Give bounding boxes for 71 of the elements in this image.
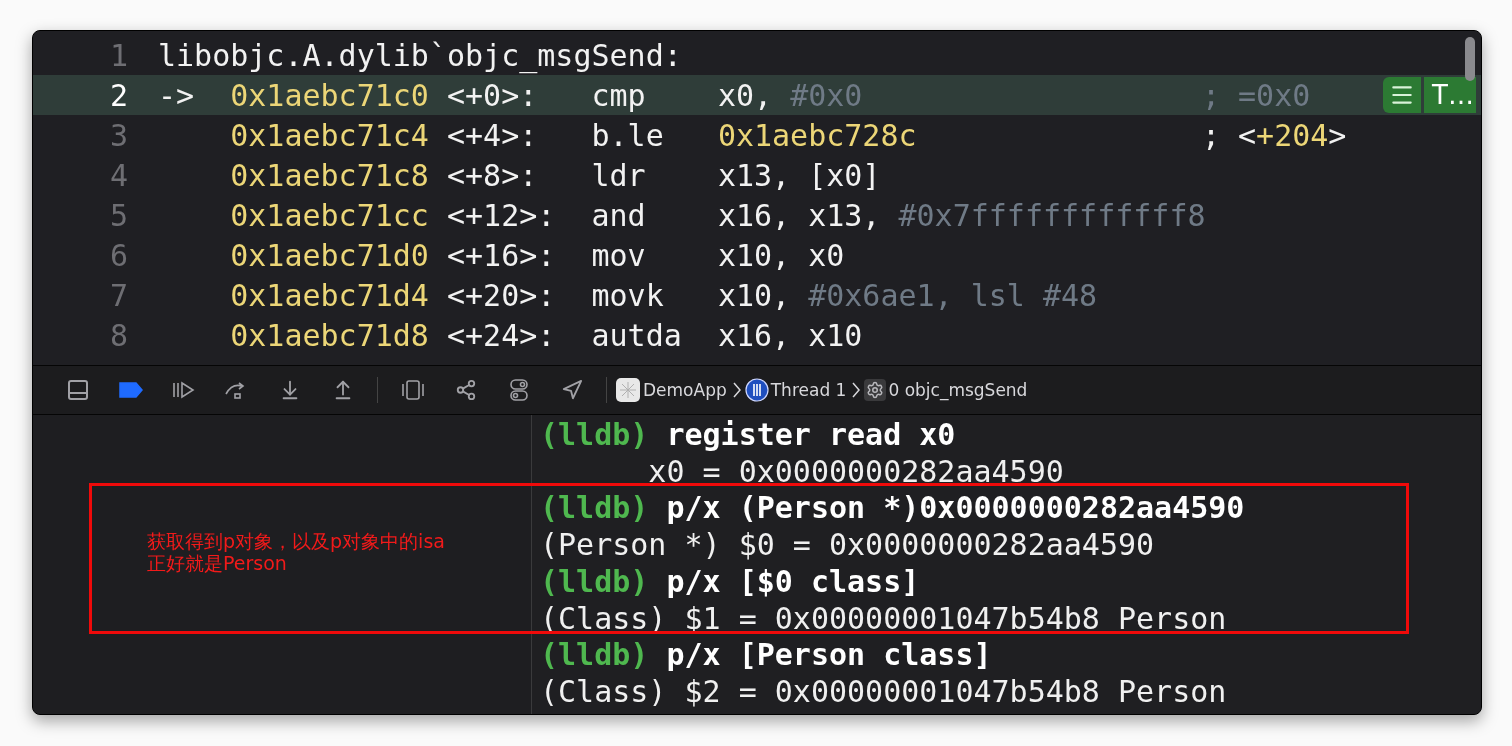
output-text: (Class) $2 = 0x00000001047b54b8 Person <box>540 673 1227 709</box>
graph-icon[interactable] <box>454 379 477 401</box>
breadcrumb[interactable]: 0 objc_msgSend <box>886 380 1030 400</box>
offset: <+16>: <box>446 237 556 273</box>
operands: x10, x0 <box>717 237 846 273</box>
mnemonic: ldr <box>591 157 647 193</box>
lldb-prompt: (lldb) <box>540 490 649 526</box>
address: 0x1aebc71c8 <box>230 157 429 193</box>
operands: 0x1aebc728c <box>717 117 918 153</box>
chevron-icon <box>732 382 741 398</box>
output-text: (Person *) $0 = 0x0000000282aa4590 <box>540 527 1155 563</box>
command-text: register read x0 <box>666 417 956 452</box>
operands: x10, #0x6ae1, lsl #48 <box>717 277 1099 313</box>
operands: x13, [x0] <box>717 157 882 193</box>
line-number: 1 <box>108 37 128 73</box>
chevron-icon <box>852 382 861 398</box>
current-arrow: -> <box>158 77 195 113</box>
mnemonic: cmp <box>591 77 647 113</box>
address: 0x1aebc71d0 <box>230 237 429 273</box>
address: 0x1aebc71d4 <box>230 277 429 313</box>
offset: <+0>: <box>446 77 538 113</box>
gear-icon <box>864 379 887 401</box>
mnemonic: movk <box>591 277 665 313</box>
offset: <+20>: <box>446 277 556 313</box>
annotation-note: 获取得到p对象，以及p对象中的isa 正好就是Person <box>147 530 445 574</box>
command-text: p/x [Person class] <box>666 637 992 673</box>
continue-icon[interactable] <box>170 380 197 400</box>
mnemonic: b.le <box>591 117 665 153</box>
command-text: p/x (Person *)0x0000000282aa4590 <box>666 490 1245 526</box>
line-number: 3 <box>108 117 128 153</box>
breadcrumb[interactable]: Thread 1 <box>768 380 849 400</box>
operands: x0, #0x0 <box>717 77 864 113</box>
lldb-prompt: (lldb) <box>540 637 649 673</box>
comment: ; <+204> <box>1201 117 1347 153</box>
menu-button[interactable] <box>1383 77 1422 113</box>
line-number: 8 <box>108 317 128 353</box>
toggles-icon[interactable] <box>507 378 530 402</box>
operands: x16, x13, #0x7ffffffffffff8 <box>717 197 1202 233</box>
comment: ; =0x0 <box>1201 77 1311 113</box>
line-number: 7 <box>108 277 128 313</box>
lldb-prompt: (lldb) <box>540 563 649 599</box>
operands: x16, x10 <box>717 317 864 353</box>
address: 0x1aebc71c4 <box>230 117 429 153</box>
offset: <+12>: <box>446 197 556 233</box>
location-icon[interactable] <box>560 379 583 401</box>
address: 0x1aebc71c0 <box>230 77 429 113</box>
app-icon <box>615 377 641 403</box>
mnemonic: and <box>591 197 647 233</box>
panel-toggle-icon[interactable] <box>65 378 90 402</box>
mnemonic: autda <box>591 317 683 353</box>
mnemonic: mov <box>591 237 647 273</box>
view-layers-icon[interactable] <box>400 379 425 401</box>
output-text: x0 = 0x0000000282aa4590 <box>647 453 1064 489</box>
address: 0x1aebc71d8 <box>230 317 429 353</box>
breadcrumb[interactable]: DemoApp <box>641 380 729 400</box>
line-number: 2 <box>108 77 128 113</box>
lldb-prompt: (lldb) <box>540 417 649 452</box>
address: 0x1aebc71cc <box>230 197 429 233</box>
offset: <+4>: <box>446 117 538 153</box>
line-number: 6 <box>108 237 128 273</box>
offset: <+8>: <box>446 157 538 193</box>
command-text: p/x [$0 class] <box>666 563 920 599</box>
thread-icon <box>744 378 769 402</box>
line-number: 5 <box>108 197 128 233</box>
scrollbar[interactable] <box>1465 37 1475 81</box>
line-number: 4 <box>108 157 128 193</box>
breakpoint-tag-icon[interactable] <box>117 382 144 398</box>
output-text: (Class) $1 = 0x00000001047b54b8 Person <box>540 600 1227 636</box>
function-label: libobjc.A.dylib`objc_msgSend: <box>158 37 682 73</box>
offset: <+24>: <box>446 317 556 353</box>
thread-badge[interactable]: T… <box>1424 77 1476 113</box>
